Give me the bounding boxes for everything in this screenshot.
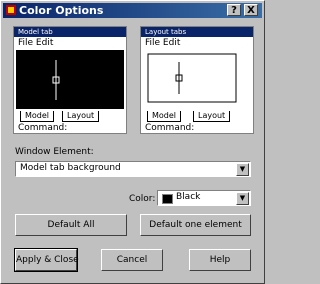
- layout-tab: Layout: [193, 111, 231, 122]
- color-swatch: [162, 194, 173, 204]
- close-button[interactable]: X: [244, 4, 258, 16]
- layout-tab: Layout: [62, 111, 100, 122]
- window-element-select[interactable]: Model tab background ▼: [15, 161, 251, 177]
- cancel-button[interactable]: Cancel: [101, 249, 163, 271]
- preview-menu: File Edit: [14, 37, 126, 49]
- help-title-button[interactable]: ?: [227, 4, 241, 16]
- model-tab: Model: [20, 111, 55, 122]
- window-element-label: Window Element:: [15, 147, 94, 157]
- app-icon: [6, 5, 16, 15]
- chevron-down-icon[interactable]: ▼: [236, 192, 249, 205]
- chevron-down-icon[interactable]: ▼: [236, 163, 249, 176]
- model-tab: Model: [147, 111, 182, 122]
- title-bar: Color Options ? X: [3, 3, 262, 18]
- model-space-area: [16, 50, 124, 114]
- layout-tab-preview[interactable]: Layout tabs File Edit Model Layout Comma…: [140, 26, 254, 134]
- color-select[interactable]: Black ▼: [157, 190, 251, 206]
- preview-menu: File Edit: [141, 37, 253, 49]
- color-options-dialog: Color Options ? X Model tab File Edit Mo…: [0, 0, 265, 284]
- window-title: Color Options: [19, 4, 104, 17]
- default-all-button[interactable]: Default All: [15, 214, 127, 236]
- default-one-element-button[interactable]: Default one element: [140, 214, 251, 236]
- color-value: Black: [176, 192, 201, 202]
- command-line: Command:: [18, 123, 68, 133]
- preview-title: Model tab: [14, 27, 126, 37]
- paper-space-area: [143, 50, 251, 114]
- color-label: Color:: [129, 194, 156, 204]
- preview-title: Layout tabs: [141, 27, 253, 37]
- model-tab-preview[interactable]: Model tab File Edit Model Layout Command…: [13, 26, 127, 134]
- help-button[interactable]: Help: [189, 249, 251, 271]
- apply-close-button[interactable]: Apply & Close: [14, 248, 79, 272]
- window-element-value: Model tab background: [20, 163, 121, 173]
- command-line: Command:: [145, 123, 195, 133]
